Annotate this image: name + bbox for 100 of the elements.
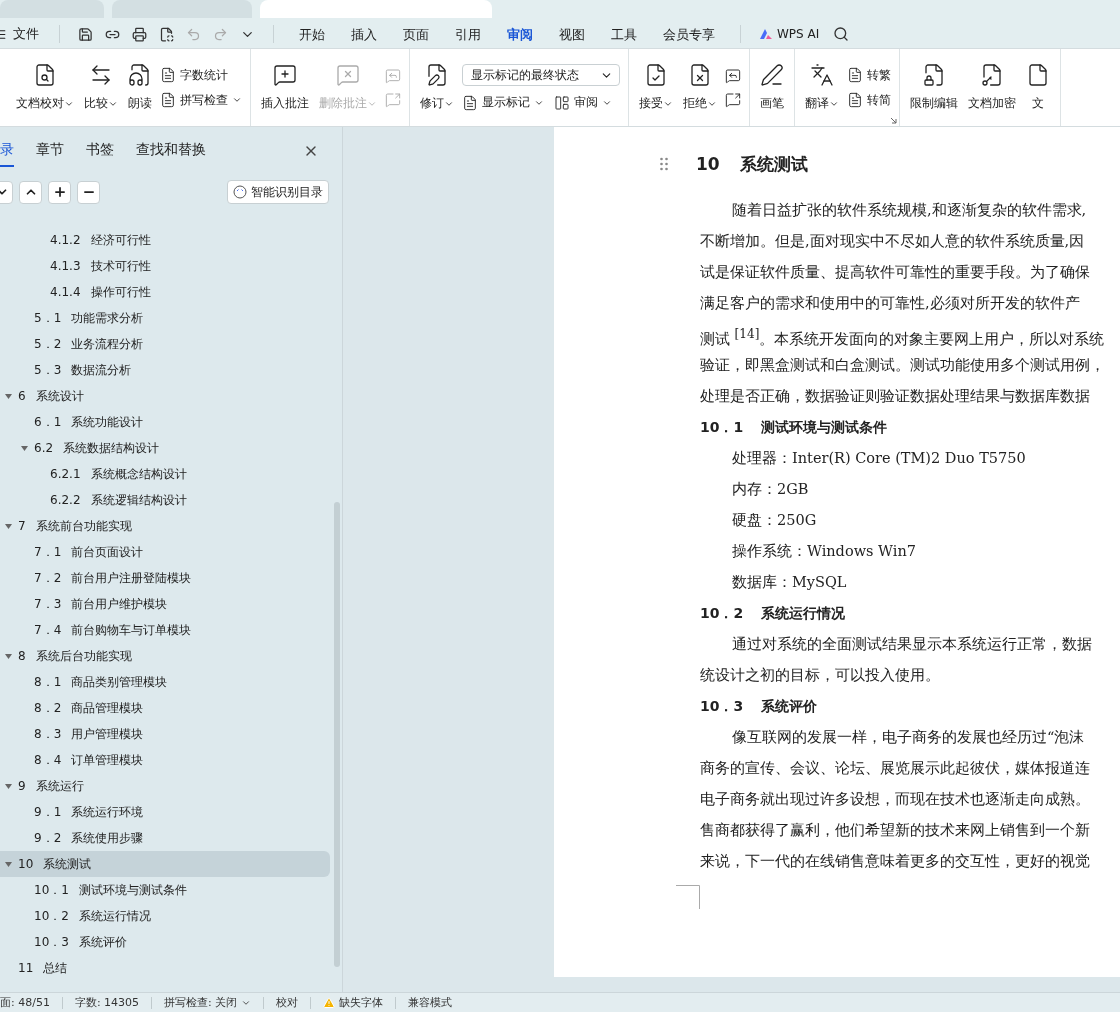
toc-item[interactable]: 9．2 系统使用步骤 [0,825,330,851]
toc-item[interactable]: 7 系统前台功能实现 [0,513,330,539]
ribbon-button[interactable]: 接受 [637,61,675,114]
ribbon-button[interactable]: 文档校对 [14,61,76,114]
file-menu[interactable]: 文件 [0,25,47,43]
caret-icon[interactable] [20,443,30,453]
toc-item[interactable]: 4.1.3 技术可行性 [0,253,330,279]
status-item[interactable]: 校对 [276,995,311,1010]
toc-title: 系统数据结构设计 [63,439,160,457]
toc-item[interactable]: 9．1 系统运行环境 [0,799,330,825]
caret-icon[interactable] [4,651,14,661]
launcher-icon[interactable] [890,117,897,124]
comment-arrow-icon[interactable] [725,67,741,84]
toc-item[interactable]: 4.1.2 经济可行性 [0,227,330,253]
ribbon-tab[interactable]: 视图 [546,22,598,50]
toc-item[interactable]: 8 系统后台功能实现 [0,643,330,669]
add-button[interactable] [48,180,71,204]
save-icon[interactable] [78,26,93,42]
ribbon-tab[interactable]: 插入 [338,22,390,50]
toc-title: 系统设计 [35,387,84,405]
toc-title: 数据流分析 [71,361,132,379]
toc-item[interactable]: 10 系统测试 [0,851,330,877]
ribbon-button[interactable]: 文 [1024,61,1052,114]
toc-number: 7．2 [34,569,62,587]
ribbon-button[interactable]: 转简 [847,91,891,109]
toc-item[interactable]: 10．2 系统运行情况 [0,903,330,929]
status-item[interactable]: 面: 48/51 [0,995,62,1010]
toc-item[interactable]: 6．1 系统功能设计 [0,409,330,435]
print-preview-icon[interactable] [159,26,174,42]
ribbon-tab[interactable]: 会员专享 [650,22,728,50]
toc-item[interactable]: 6.2 系统数据结构设计 [0,435,330,461]
ribbon-button[interactable]: 拼写检查 [160,91,242,109]
markup-select[interactable]: 显示标记的最终状态 [462,64,620,86]
toc-number: 8．2 [34,699,62,717]
toc-number: 6.2 [34,441,54,455]
plus-icon [52,185,67,199]
status-item[interactable]: 兼容模式 [408,995,465,1010]
body-text-line: 随着日益扩张的软件系统规模,和逐渐复杂的软件需求, [731,201,1088,220]
toc-item[interactable]: 10．3 系统评价 [0,929,330,955]
ribbon-button[interactable]: 限制编辑 [908,61,960,114]
ribbon-button[interactable]: 修订 [418,61,456,114]
toc-item[interactable]: 10．1 测试环境与测试条件 [0,877,330,903]
toc-item[interactable]: 5．2 业务流程分析 [0,331,330,357]
ribbon-tab[interactable]: 工具 [598,22,650,50]
ai-button[interactable]: WPS AI [753,26,826,42]
ribbon-button[interactable]: 文档加密 [966,61,1018,114]
toc-number: 10 [18,857,34,871]
caret-icon[interactable] [4,859,14,869]
ribbon-button[interactable]: 朗读 [126,61,154,114]
ribbon-button[interactable]: 插入批注 [259,61,311,114]
ribbon-button[interactable]: 比较 [82,61,120,114]
toc-number: 4.1.2 [50,233,81,247]
sidebar-tab[interactable]: 书签 [86,135,114,167]
collapse-button[interactable] [19,180,42,204]
body-text-line: 商务的宣传、会议、论坛、展览展示此起彼伏，媒体报道连 [700,759,1091,778]
ribbon-button[interactable]: 画笔 [758,61,786,114]
comment-arrow-icon[interactable] [725,91,741,108]
ribbon-button[interactable]: 显示标记 [462,94,544,111]
ribbon-button[interactable]: 字数统计 [160,66,228,84]
smart-toc-button[interactable]: 智能识别目录 [227,180,329,204]
toc-number: 7．1 [34,543,62,561]
toc-item[interactable]: 9 系统运行 [0,773,330,799]
caret-icon[interactable] [4,521,14,531]
status-item[interactable]: 缺失字体 [323,995,396,1010]
toc-item[interactable]: 8．3 用户管理模块 [0,721,330,747]
drag-handle-icon[interactable] [660,157,668,171]
status-item[interactable]: 拼写检查: 关闭 [164,995,264,1010]
toc-item[interactable]: 7．2 前台用户注册登陆模块 [0,565,330,591]
toc-title: 业务流程分析 [71,335,144,353]
status-item[interactable]: 字数: 14305 [74,995,152,1010]
remove-button[interactable] [77,180,100,204]
toc-item[interactable]: 7．4 前台购物车与订单模块 [0,617,330,643]
toc-item[interactable]: 7．3 前台用户维护模块 [0,591,330,617]
toc-item[interactable]: 7．1 前台页面设计 [0,539,330,565]
toc-item[interactable]: 6.2.2 系统逻辑结构设计 [0,487,330,513]
caret-icon[interactable] [4,781,14,791]
ribbon-tab[interactable]: 开始 [286,22,338,50]
toc-item[interactable]: 6 系统设计 [0,383,330,409]
toc-item[interactable]: 5．3 数据流分析 [0,357,330,383]
toc-item[interactable]: 8．2 商品管理模块 [0,695,330,721]
ribbon-tab[interactable]: 页面 [390,22,442,50]
search-icon[interactable] [833,26,850,42]
print-icon[interactable] [132,26,147,42]
toc-item[interactable]: 8．4 订单管理模块 [0,747,330,773]
caret-icon[interactable] [4,391,14,401]
ribbon-button[interactable]: 审阅 [554,94,612,111]
ribbon-button[interactable]: 拒绝 [681,61,719,114]
sidebar-tab[interactable]: 查找和替换 [136,135,206,167]
toc-item[interactable]: 6.2.1 系统概念结构设计 [0,461,330,487]
ribbon-button[interactable]: 转繁 [847,66,891,84]
toc-item[interactable]: 11 总结 [0,955,330,981]
toc-number: 7 [18,519,26,533]
toc-item[interactable]: 5．1 功能需求分析 [0,305,330,331]
toc-item[interactable]: 4.1.4 操作可行性 [0,279,330,305]
sidebar-tab[interactable]: 章节 [36,135,64,167]
scrollbar-thumb[interactable] [334,502,340,967]
ribbon-tab[interactable]: 引用 [442,22,494,50]
sidebar-tab[interactable]: 录 [0,135,14,167]
ribbon-button[interactable]: 翻译 [803,61,841,114]
toc-item[interactable]: 8．1 商品类别管理模块 [0,669,330,695]
